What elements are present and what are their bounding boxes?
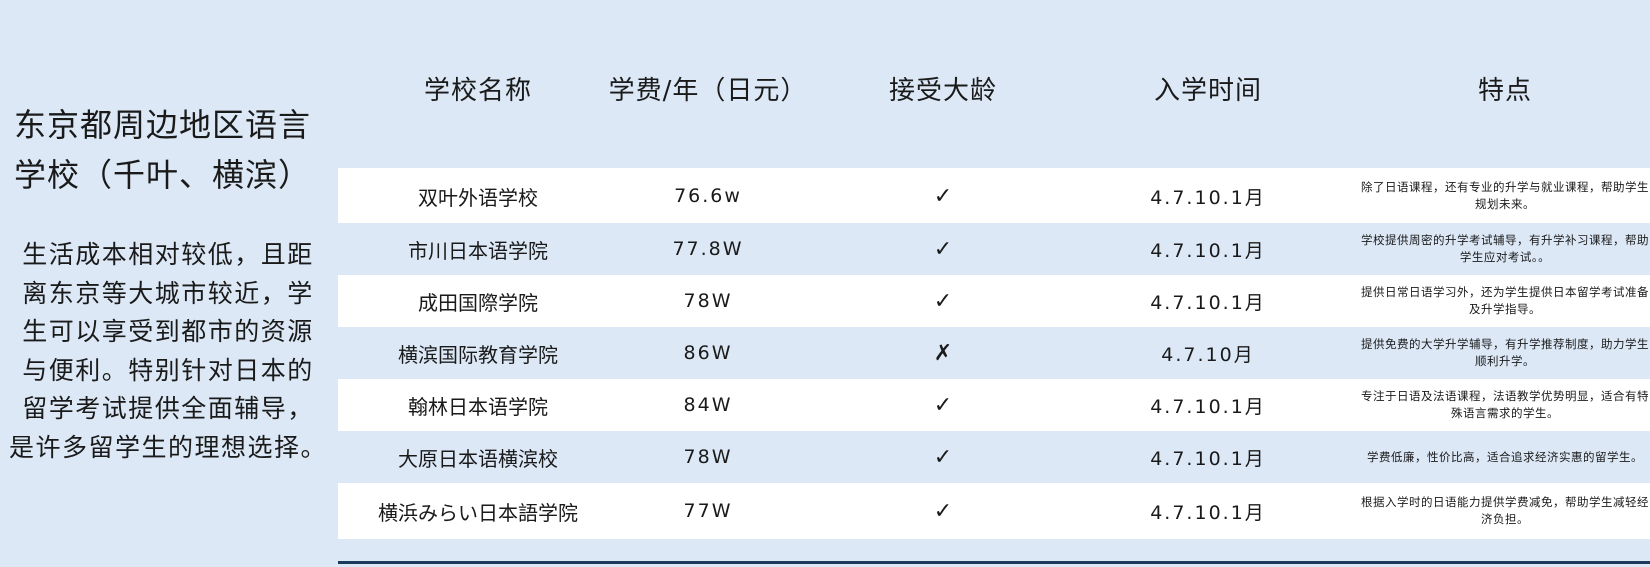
table-row: 横滨国际教育学院 86W ✗ 4.7.10月 提供免费的大学升学辅导，有升学推荐制度，助… [338, 327, 1650, 379]
features-cell: 专注于日语及法语课程，法语教学优势明显，适合有特殊语言需求的学生。 [1361, 389, 1649, 420]
features-cell: 除了日语课程，还有专业的升学与就业课程，帮助学生规划未来。 [1361, 180, 1649, 211]
school-name-cell: 大原日本语横滨校 [398, 446, 558, 471]
fee-cell: 78W [683, 290, 733, 312]
accept-older-cell: ✓ [933, 183, 953, 209]
enrollment-time-cell: 4.7.10.1月 [1150, 395, 1266, 418]
fee-cell: 77.8W [672, 238, 744, 260]
desc-line: 离东京等大城市较近，学 [22, 278, 314, 308]
title-line: 学校（千叶、横滨） [14, 156, 312, 194]
features-cell: 提供免费的大学升学辅导，有升学推荐制度，助力学生顺利升学。 [1361, 337, 1649, 368]
enrollment-time-cell: 4.7.10.1月 [1150, 501, 1266, 524]
header-enrollment-time: 入学时间 [1153, 76, 1262, 106]
school-name-cell: 双叶外语学校 [418, 185, 538, 210]
school-name-cell: 横滨国际教育学院 [398, 342, 558, 367]
desc-line: 生活成本相对较低，且距 [22, 240, 314, 269]
desc-line: 是许多留学生的理想选择。 [8, 432, 327, 462]
enrollment-time-cell: 4.7.10.1月 [1150, 291, 1266, 314]
accept-older-cell: ✓ [933, 444, 953, 470]
accept-older-cell: ✗ [933, 340, 953, 366]
table-row: 市川日本语学院 77.8W ✓ 4.7.10.1月 学校提供周密的升学考试辅导，有升学补… [338, 223, 1650, 275]
desc-line: 与便利。特别针对日本的 [22, 355, 314, 385]
title-line: 东京都周边地区语言 [14, 106, 312, 144]
school-name-cell: 成田国際学院 [418, 290, 538, 315]
features-cell: 学校提供周密的升学考试辅导，有升学补习课程，帮助学生应对考试。。 [1361, 233, 1649, 264]
accept-older-cell: ✓ [933, 498, 953, 524]
fee-cell: 76.6w [674, 185, 742, 207]
table-row: 双叶外语学校 76.6w ✓ 4.7.10.1月 除了日语课程，还有专业的升学与就业课程… [338, 168, 1650, 224]
accept-older-cell: ✓ [933, 288, 953, 314]
features-cell: 提供日常日语学习外，还为学生提供日本留学考试准备及升学指导。 [1361, 285, 1649, 316]
table-header: 学校名称 学费/年（日元） 接受大龄 入学时间 特点 [338, 0, 1650, 175]
enrollment-time-cell: 4.7.10.1月 [1150, 447, 1266, 470]
sidebar-panel: 东京都周边地区语言 学校（千叶、横滨） 生活成本相对较低，且距 离东京等大城市较… [0, 0, 336, 567]
fee-cell: 86W [683, 342, 733, 364]
table-bottom-border [338, 561, 1650, 564]
school-name-cell: 横浜みらい日本語学院 [378, 500, 578, 525]
features-cell: 根据入学时的日语能力提供学费减免，帮助学生减轻经济负担。 [1361, 495, 1649, 526]
school-name-cell: 市川日本语学院 [408, 238, 548, 263]
section-title: 东京都周边地区语言 学校（千叶、横滨） [14, 100, 324, 200]
accept-older-cell: ✓ [933, 236, 953, 262]
school-table: 学校名称 学费/年（日元） 接受大龄 入学时间 特点 双叶外语学校 76.6w ✓ 4… [338, 0, 1650, 567]
section-description: 生活成本相对较低，且距 离东京等大城市较近，学 生可以享受到都市的资源 与便利。… [0, 236, 336, 467]
table-row: 翰林日本语学院 84W ✓ 4.7.10.1月 专注于日语及法语课程，法语教学优势明显，… [338, 379, 1650, 431]
features-cell: 学费低廉，性价比高，适合追求经济实惠的留学生。 [1367, 449, 1643, 464]
table-row: 成田国際学院 78W ✓ 4.7.10.1月 提供日常日语学习外，还为学生提供日本留学考… [338, 275, 1650, 327]
accept-older-cell: ✓ [933, 392, 953, 418]
header-school-name: 学校名称 [423, 76, 532, 106]
header-fee: 学费/年（日元） [608, 76, 808, 106]
enrollment-time-cell: 4.7.10月 [1161, 343, 1255, 366]
header-accept-older: 接受大龄 [888, 76, 997, 106]
fee-cell: 77W [683, 500, 733, 522]
fee-cell: 78W [683, 446, 733, 468]
desc-line: 生可以享受到都市的资源 [22, 317, 314, 346]
school-name-cell: 翰林日本语学院 [408, 394, 548, 419]
header-features: 特点 [1477, 76, 1532, 106]
enrollment-time-cell: 4.7.10.1月 [1150, 239, 1266, 262]
table-row: 大原日本语横滨校 78W ✓ 4.7.10.1月 学费低廉，性价比高，适合追求经济实惠的… [338, 431, 1650, 483]
table-row: 横浜みらい日本語学院 77W ✓ 4.7.10.1月 根据入学时的日语能力提供学费减免，… [338, 483, 1650, 539]
desc-line: 留学考试提供全面辅导， [22, 394, 314, 423]
fee-cell: 84W [683, 394, 733, 416]
enrollment-time-cell: 4.7.10.1月 [1150, 186, 1266, 209]
